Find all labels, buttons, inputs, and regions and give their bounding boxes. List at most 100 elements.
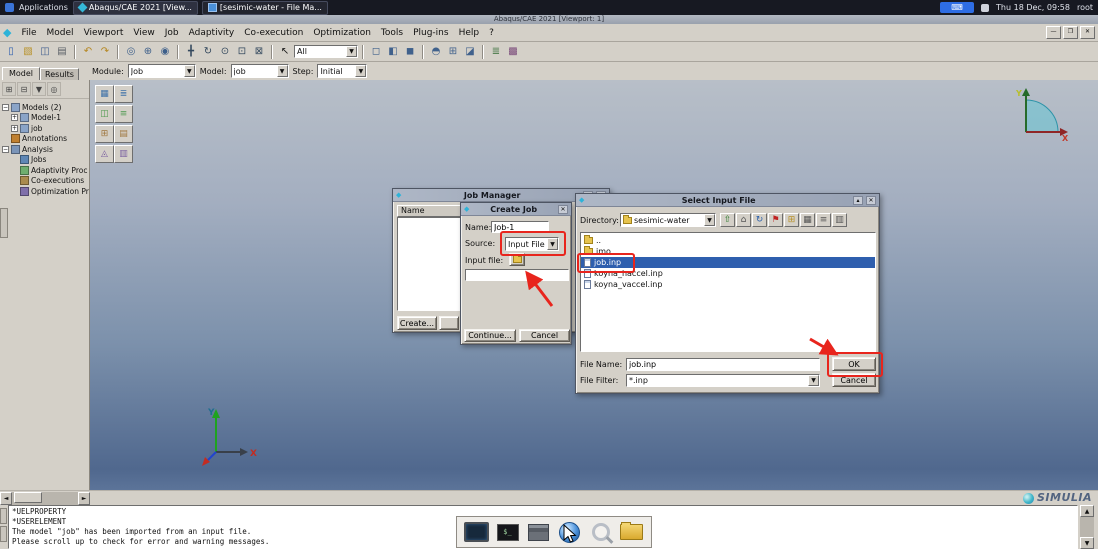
scrollbar-track[interactable]	[12, 492, 78, 505]
select-input-file-titlebar[interactable]: ◆ Select Input File ▴ ✕	[576, 194, 879, 207]
magnifier-icon[interactable]	[588, 520, 613, 544]
terminal-icon[interactable]: $_	[495, 520, 520, 544]
tree-item-model-1[interactable]: +Model-1	[0, 113, 89, 124]
create-optimization-process-tool-icon[interactable]: ◬	[95, 145, 114, 163]
open-database-icon[interactable]: ▧	[20, 44, 36, 60]
collapse-icon[interactable]: −	[2, 104, 9, 111]
views-toolbox-icon[interactable]: ⊞	[445, 44, 461, 60]
ok-button[interactable]: OK	[832, 357, 876, 371]
menu-help[interactable]: Help	[454, 26, 485, 40]
scrollbar-thumb[interactable]	[14, 492, 42, 503]
perspective-icon[interactable]: ◓	[428, 44, 444, 60]
shaded-render-icon[interactable]: ◼	[402, 44, 418, 60]
menu-optimization[interactable]: Optimization	[308, 26, 376, 40]
box-zoom-icon[interactable]: ⊠	[251, 44, 267, 60]
display-group-combo[interactable]: All▼	[294, 45, 358, 58]
create-job-titlebar[interactable]: ◆ Create Job ✕	[461, 203, 571, 216]
menu-model[interactable]: Model	[42, 26, 79, 40]
expand-icon[interactable]: +	[11, 114, 18, 121]
tree-item-optimization-pr[interactable]: Optimization Pr	[0, 186, 89, 197]
create-adaptivity-process-tool-icon[interactable]: ◫	[95, 105, 114, 123]
web-browser-globe-icon[interactable]	[557, 520, 582, 544]
refresh-directory-icon[interactable]: ↻	[752, 213, 767, 227]
panel-collapse-handle[interactable]	[0, 208, 8, 238]
tree-filter-icon[interactable]: ▼	[32, 82, 46, 96]
scroll-down-icon[interactable]: ▼	[1080, 537, 1094, 549]
module-combo[interactable]: Job ▼	[128, 64, 196, 78]
auto-fit-view-icon[interactable]: ⊡	[234, 44, 250, 60]
tree-search-icon[interactable]: ◎	[47, 82, 61, 96]
tree-item-co-executions[interactable]: Co-executions	[0, 176, 89, 187]
menu-view[interactable]: View	[128, 26, 159, 40]
menu-file[interactable]: File	[16, 26, 41, 40]
adaptivity-manager-tool-icon[interactable]: ≡	[114, 105, 133, 123]
collapse-icon[interactable]: −	[2, 146, 9, 153]
tray-icon[interactable]	[981, 4, 989, 12]
tree-horizontal-scrollbar[interactable]: ◄ ►	[0, 492, 90, 505]
query-icon[interactable]: ◎	[123, 44, 139, 60]
folder-icon[interactable]	[619, 520, 644, 544]
applications-menu[interactable]: Applications	[19, 3, 68, 12]
screenshot-tool-icon[interactable]	[464, 520, 489, 544]
chevron-down-icon[interactable]: ▼	[277, 65, 288, 77]
create-job-button[interactable]: Create...	[397, 316, 437, 330]
redo-icon[interactable]: ↷	[97, 44, 113, 60]
file-row-imo[interactable]: imo	[581, 246, 875, 257]
model-combo[interactable]: job ▼	[231, 64, 289, 78]
continue-button[interactable]: Continue...	[464, 329, 516, 342]
detail-view-icon[interactable]: ▥	[832, 213, 847, 227]
close-icon[interactable]: ✕	[866, 196, 876, 205]
directory-combo[interactable]: sesimic-water ▼	[620, 213, 716, 227]
file-row-item[interactable]: ..	[581, 235, 875, 246]
cancel-button[interactable]: Cancel	[832, 373, 876, 387]
menu-job[interactable]: Job	[160, 26, 184, 40]
customize-icon[interactable]: ◉	[157, 44, 173, 60]
browse-input-file-button[interactable]	[509, 253, 525, 266]
job-manager-tool-icon[interactable]: ≣	[114, 85, 133, 103]
menu-tools[interactable]: Tools	[376, 26, 408, 40]
bookmark-directory-icon[interactable]: ⚑	[768, 213, 783, 227]
message-area-tab[interactable]	[0, 508, 7, 524]
render-beam-profiles-icon[interactable]: ≣	[488, 44, 504, 60]
job-manager-partially-hidden-button[interactable]	[439, 316, 459, 330]
zoom-view-icon[interactable]: ⊙	[217, 44, 233, 60]
tree-item-adaptivity-proc[interactable]: Adaptivity Proc	[0, 165, 89, 176]
source-combo[interactable]: Input File ▼	[505, 237, 559, 251]
file-list[interactable]: ..imojob.inpkoyna_haccel.inpkoyna_vaccel…	[580, 232, 876, 352]
file-filter-combo[interactable]: *.inp ▼	[626, 374, 820, 387]
chevron-down-icon[interactable]: ▼	[355, 65, 366, 77]
tab-results[interactable]: Results	[40, 68, 79, 80]
home-directory-icon[interactable]: ⌂	[736, 213, 751, 227]
job-name-input[interactable]	[491, 221, 549, 233]
co-execution-manager-tool-icon[interactable]: ▤	[114, 125, 133, 143]
print-icon[interactable]: ▤	[54, 44, 70, 60]
input-method-indicator[interactable]: ⌨	[940, 2, 974, 13]
chevron-down-icon[interactable]: ▼	[547, 238, 558, 250]
chevron-down-icon[interactable]: ▼	[808, 375, 819, 386]
chevron-down-icon[interactable]: ▼	[346, 46, 357, 57]
minimize-icon[interactable]: —	[1046, 26, 1061, 39]
rotate-view-icon[interactable]: ↻	[200, 44, 216, 60]
hidden-line-render-icon[interactable]: ◧	[385, 44, 401, 60]
sort-files-icon[interactable]: ≡	[816, 213, 831, 227]
scrollbar-track[interactable]	[1080, 517, 1094, 537]
undo-icon[interactable]: ↶	[80, 44, 96, 60]
window-titlebar[interactable]: Abaqus/CAE 2021 [Viewport: 1]	[0, 15, 1098, 24]
view-cut-icon[interactable]: ◪	[462, 44, 478, 60]
file-row-koyna-haccel-inp[interactable]: koyna_haccel.inp	[581, 268, 875, 279]
tree-item-jobs[interactable]: Jobs	[0, 155, 89, 166]
tree-item-models-2[interactable]: −Models (2)	[0, 102, 89, 113]
select-tool-icon[interactable]: ↖	[277, 44, 293, 60]
pan-view-icon[interactable]: ╋	[183, 44, 199, 60]
menu-adaptivity[interactable]: Adaptivity	[184, 26, 240, 40]
new-model-database-icon[interactable]: ▯	[3, 44, 19, 60]
cancel-button[interactable]: Cancel	[519, 329, 570, 342]
tree-item-annotations[interactable]: Annotations	[0, 134, 89, 145]
scroll-right-icon[interactable]: ►	[78, 492, 90, 505]
file-name-input[interactable]	[626, 358, 820, 371]
create-job-tool-icon[interactable]: ▦	[95, 85, 114, 103]
new-directory-icon[interactable]: ⊞	[784, 213, 799, 227]
menu-context-help[interactable]: ?	[484, 26, 499, 40]
taskbar-window-abaqus-cae-2021-view[interactable]: Abaqus/CAE 2021 [View...	[73, 1, 198, 15]
taskbar-window-sesimic-water-file-ma[interactable]: [sesimic-water - File Ma...	[202, 1, 328, 15]
